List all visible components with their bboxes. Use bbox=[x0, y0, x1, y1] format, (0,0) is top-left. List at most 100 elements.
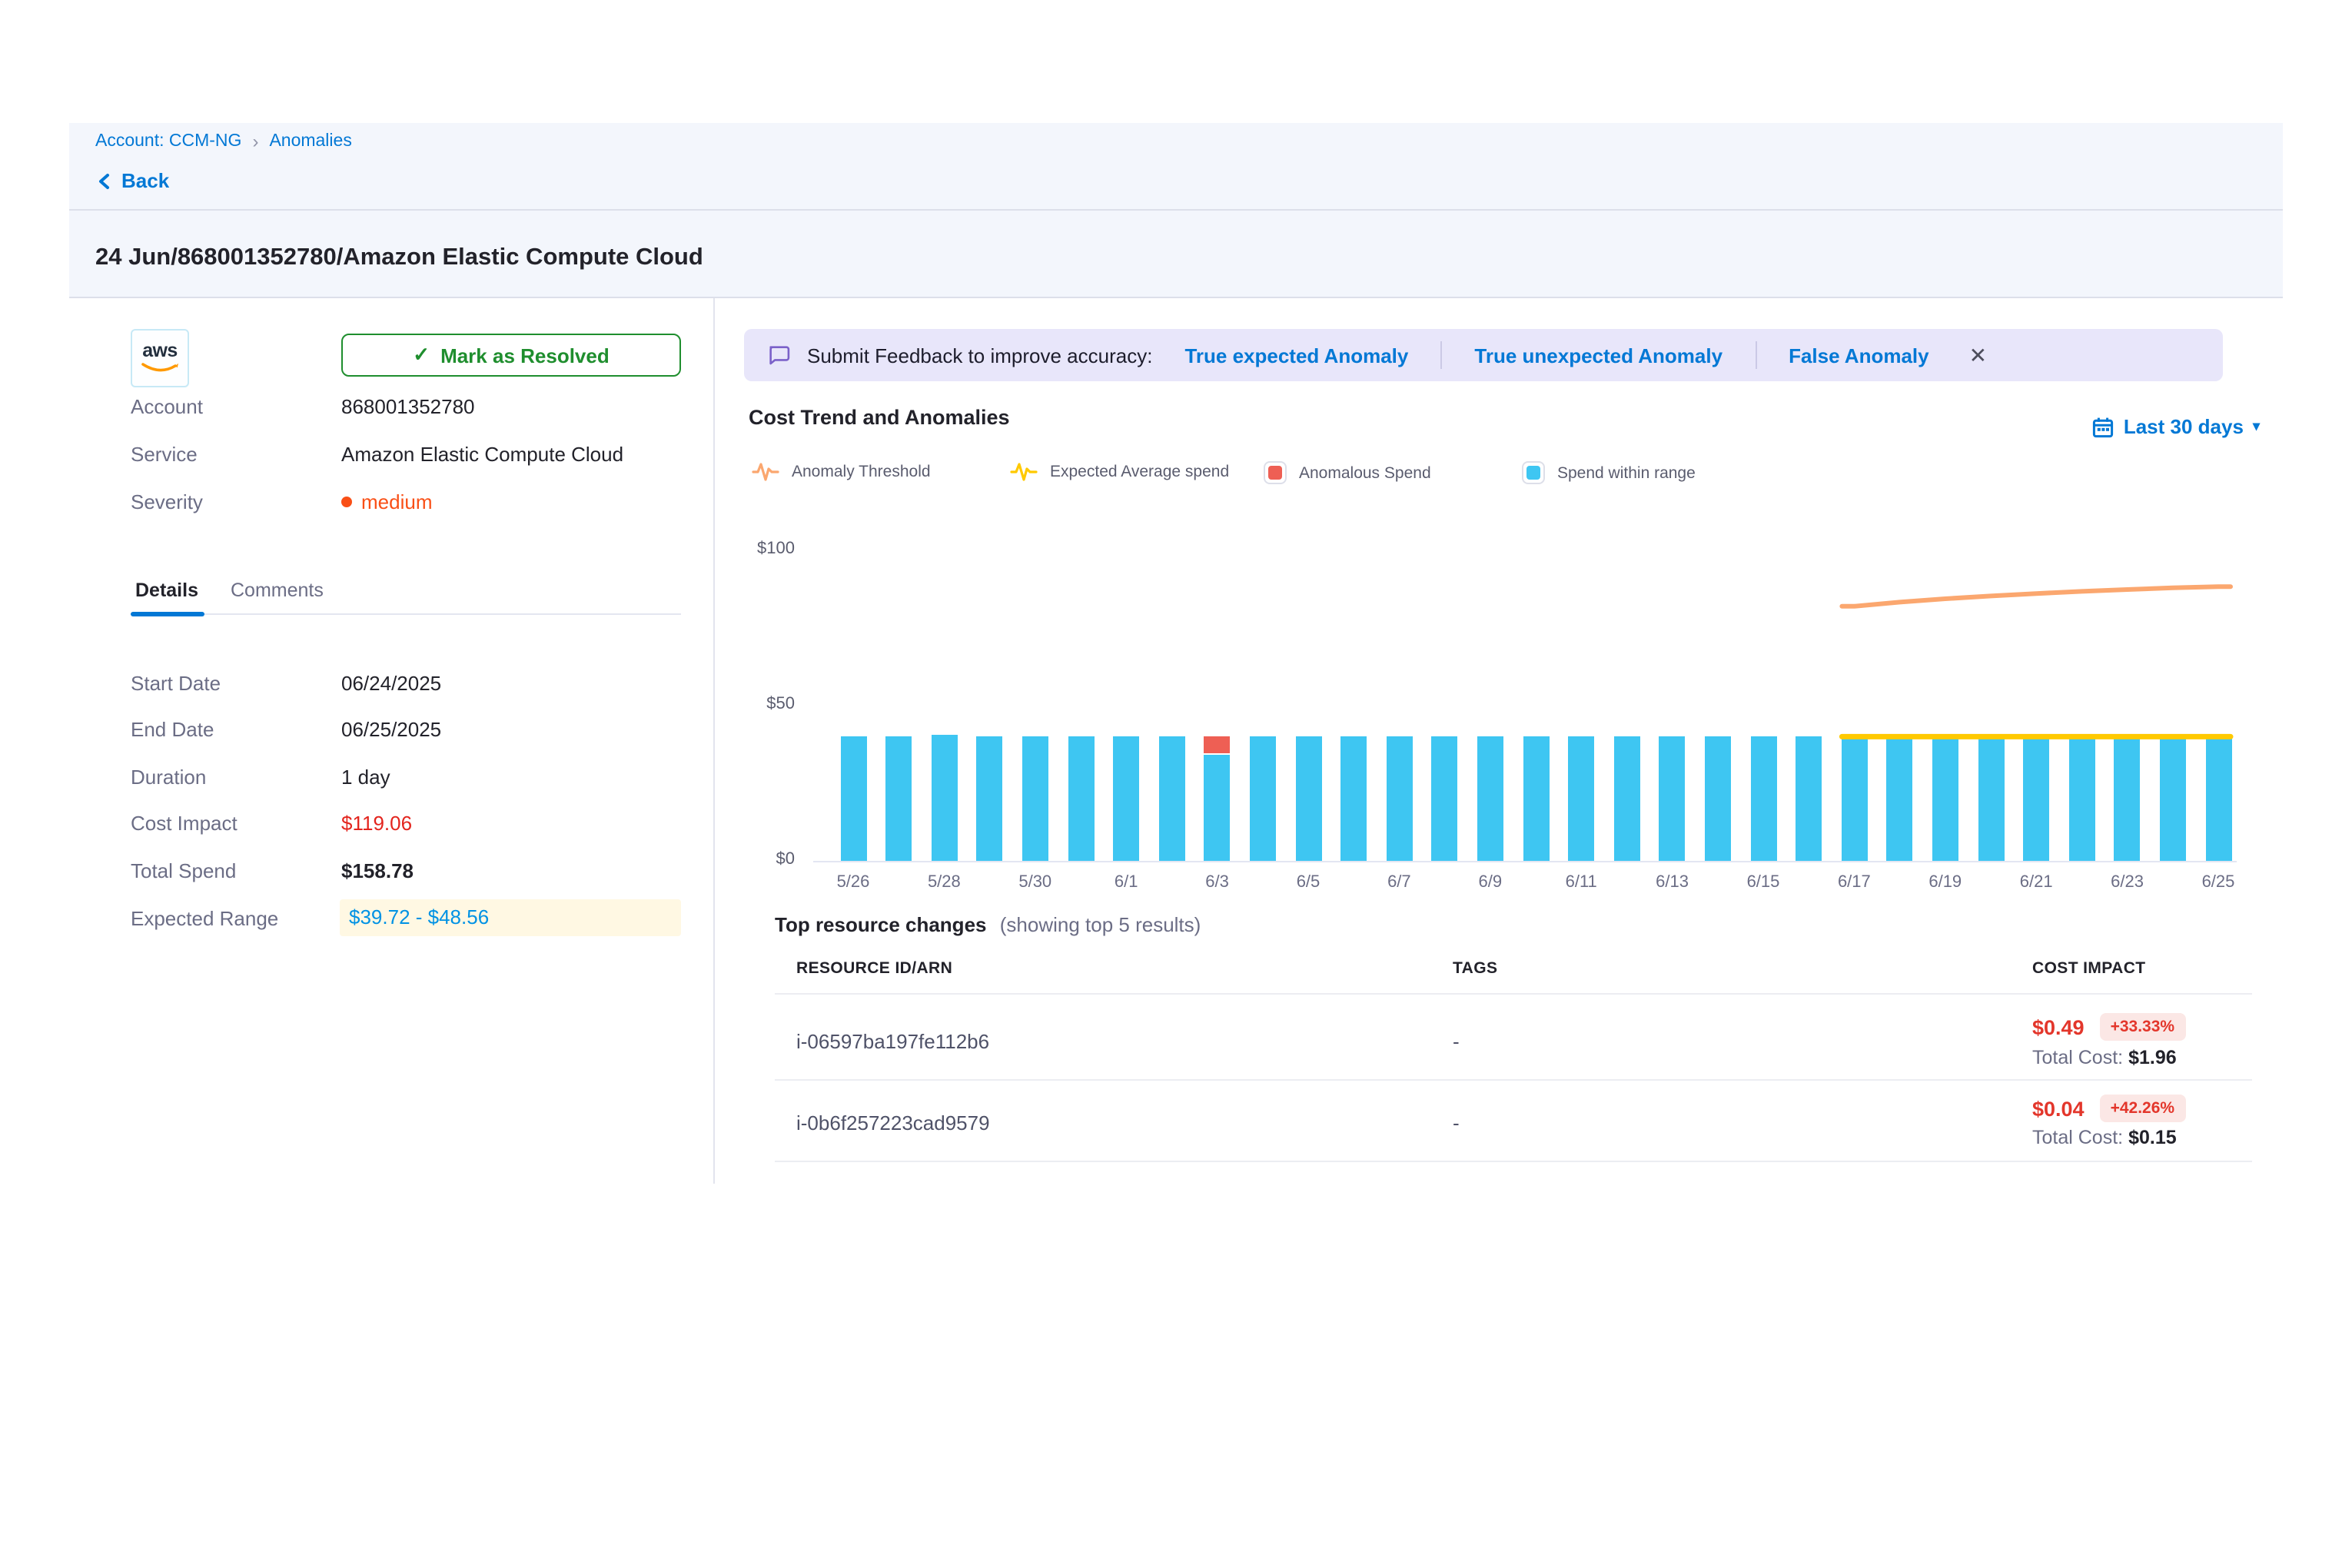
chart-title: Cost Trend and Anomalies bbox=[749, 406, 1010, 429]
spend-bar bbox=[2114, 736, 2141, 861]
expected-range-value: $39.72 - $48.56 bbox=[340, 899, 681, 936]
severity-label: Severity bbox=[131, 487, 203, 518]
red-swatch-icon bbox=[1264, 461, 1287, 484]
x-axis-tick: 6/17 bbox=[1820, 873, 1888, 892]
date-range-dropdown[interactable]: Last 30 days ▾ bbox=[2093, 415, 2260, 438]
cost-impact-cell: $0.49 +33.33% bbox=[2032, 1013, 2185, 1041]
account-value: 868001352780 bbox=[341, 392, 475, 423]
close-icon[interactable]: ✕ bbox=[1969, 342, 1987, 368]
x-axis-tick: 5/30 bbox=[1002, 873, 1069, 892]
x-axis-line bbox=[813, 861, 2237, 862]
resolve-label: Mark as Resolved bbox=[440, 344, 610, 367]
spend-bar bbox=[1887, 736, 1913, 861]
date-range-label: Last 30 days bbox=[2124, 415, 2244, 438]
aws-logo-text: aws bbox=[132, 341, 188, 360]
aws-smile-icon bbox=[137, 360, 183, 376]
cost-impact-value: $119.06 bbox=[341, 809, 412, 839]
title-band: 24 Jun/868001352780/Amazon Elastic Compu… bbox=[69, 211, 2283, 298]
severity-value: medium bbox=[361, 490, 433, 513]
breadcrumb-anomalies-link[interactable]: Anomalies bbox=[269, 132, 351, 151]
summary-row-service: Service Amazon Elastic Compute Cloud bbox=[69, 440, 713, 470]
total-spend-value: $158.78 bbox=[341, 856, 414, 887]
severity-dot-icon bbox=[341, 497, 352, 507]
y-axis-tick: $50 bbox=[746, 695, 795, 713]
spend-bar bbox=[1022, 736, 1048, 861]
back-label: Back bbox=[121, 169, 169, 192]
summary-row-severity: Severity medium bbox=[69, 487, 713, 518]
account-label: Account bbox=[131, 392, 203, 423]
severity-badge: medium bbox=[341, 487, 433, 518]
impact-percent-badge: +42.26% bbox=[2100, 1095, 2186, 1122]
spend-bar bbox=[1978, 736, 2004, 861]
x-axis-tick: 6/25 bbox=[2184, 873, 2252, 892]
spend-bar bbox=[1568, 736, 1594, 861]
spend-bar bbox=[885, 736, 912, 861]
breadcrumb-account-link[interactable]: Account: CCM-NG bbox=[95, 132, 241, 151]
detail-row-total-spend: Total Spend $158.78 bbox=[69, 856, 713, 887]
x-axis-tick: 6/9 bbox=[1457, 873, 1524, 892]
tab-details[interactable]: Details bbox=[135, 580, 198, 601]
x-axis-tick: 6/11 bbox=[1547, 873, 1615, 892]
spend-bar bbox=[1796, 736, 1822, 861]
feedback-true-expected[interactable]: True expected Anomaly bbox=[1184, 344, 1408, 367]
back-button[interactable]: Back bbox=[95, 169, 169, 192]
resources-title: Top resource changes bbox=[775, 913, 987, 936]
spend-bar bbox=[1750, 736, 1776, 861]
x-axis-tick: 6/1 bbox=[1092, 873, 1160, 892]
service-value: Amazon Elastic Compute Cloud bbox=[341, 440, 623, 470]
table-divider bbox=[775, 993, 2252, 995]
resource-id: i-0b6f257223cad9579 bbox=[796, 1111, 990, 1134]
spend-bar bbox=[1068, 736, 1094, 861]
anomaly-threshold-line bbox=[1842, 586, 2231, 606]
duration-label: Duration bbox=[131, 762, 206, 793]
aws-logo: aws bbox=[131, 329, 189, 387]
top-header-band: Account: CCM-NG › Anomalies Back bbox=[69, 123, 2283, 211]
legend-spend-within-range: Spend within range bbox=[1522, 461, 1696, 484]
feedback-false-anomaly[interactable]: False Anomaly bbox=[1789, 344, 1929, 367]
x-axis-tick: 6/21 bbox=[2002, 873, 2070, 892]
impact-percent-badge: +33.33% bbox=[2100, 1013, 2186, 1041]
mark-as-resolved-button[interactable]: ✓ Mark as Resolved bbox=[341, 334, 681, 377]
col-resource-id: RESOURCE ID/ARN bbox=[796, 959, 952, 978]
y-axis-tick: $0 bbox=[746, 850, 795, 869]
x-axis-tick: 6/7 bbox=[1365, 873, 1433, 892]
end-date-value: 06/25/2025 bbox=[341, 715, 441, 746]
y-axis-tick: $100 bbox=[746, 540, 795, 558]
impact-amount: $0.04 bbox=[2032, 1097, 2085, 1120]
feedback-true-unexpected[interactable]: True unexpected Anomaly bbox=[1474, 344, 1722, 367]
spend-bar bbox=[977, 736, 1003, 861]
feedback-prompt: Submit Feedback to improve accuracy: bbox=[807, 344, 1152, 367]
tab-comments[interactable]: Comments bbox=[231, 580, 324, 601]
x-axis-tick: 6/13 bbox=[1639, 873, 1706, 892]
legend-label: Expected Average spend bbox=[1050, 463, 1229, 481]
calendar-icon bbox=[2093, 416, 2114, 437]
pulse-line-icon bbox=[1010, 461, 1038, 483]
spend-bar bbox=[1659, 736, 1686, 861]
spend-bar bbox=[1432, 736, 1458, 861]
summary-row-account: Account 868001352780 bbox=[69, 392, 713, 423]
table-divider bbox=[775, 1161, 2252, 1162]
legend-anomalous-spend: Anomalous Spend bbox=[1264, 461, 1431, 484]
chevron-right-icon: › bbox=[252, 131, 258, 152]
x-axis-tick: 6/23 bbox=[2094, 873, 2161, 892]
legend-label: Anomalous Spend bbox=[1299, 463, 1431, 482]
x-axis-tick: 6/3 bbox=[1184, 873, 1251, 892]
chevron-down-icon: ▾ bbox=[2253, 418, 2260, 435]
spend-bar bbox=[1386, 736, 1412, 861]
active-tab-underline bbox=[131, 612, 204, 616]
spend-bar bbox=[1158, 736, 1184, 861]
spend-bar bbox=[1477, 736, 1503, 861]
x-axis-tick: 6/19 bbox=[1912, 873, 1979, 892]
total-cost: Total Cost: $0.15 bbox=[2032, 1127, 2177, 1148]
spend-bar bbox=[1841, 736, 1867, 861]
service-label: Service bbox=[131, 440, 198, 470]
spend-bar bbox=[1340, 736, 1367, 861]
chevron-left-icon bbox=[95, 171, 114, 190]
expected-range-label: Expected Range bbox=[131, 904, 278, 935]
spend-bar bbox=[931, 734, 957, 861]
total-spend-label: Total Spend bbox=[131, 856, 236, 887]
start-date-label: Start Date bbox=[131, 669, 221, 699]
col-cost-impact: COST IMPACT bbox=[2032, 959, 2146, 978]
spend-bar bbox=[1705, 736, 1731, 861]
spend-bar bbox=[2160, 736, 2186, 861]
